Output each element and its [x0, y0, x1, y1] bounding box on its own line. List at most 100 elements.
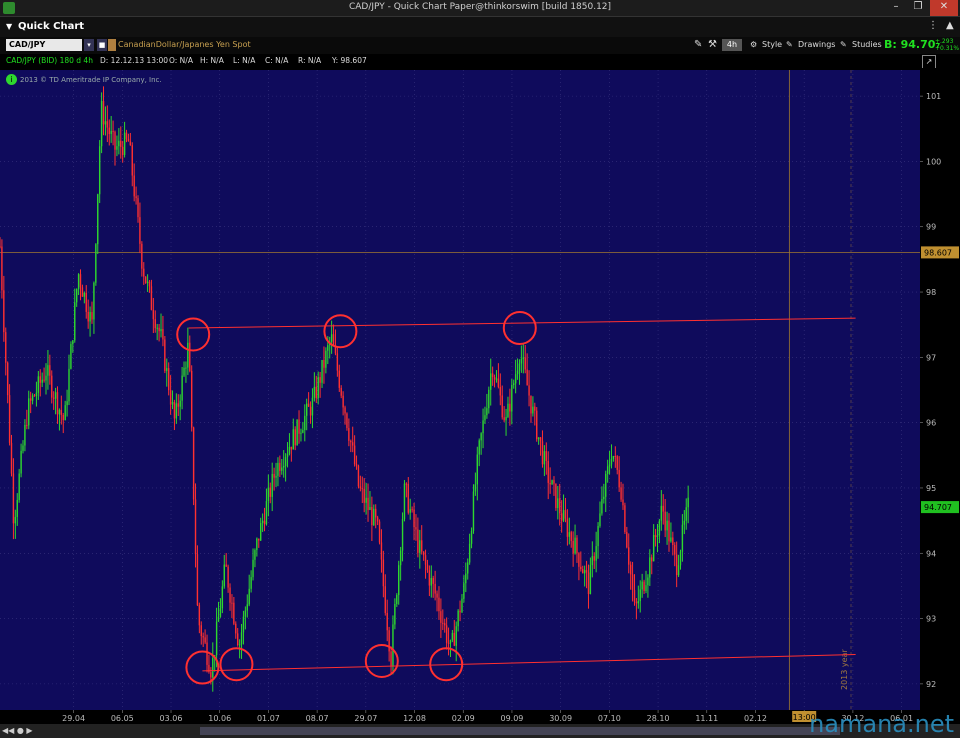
- candle-body: [104, 121, 107, 125]
- candle-body: [482, 420, 484, 434]
- candle-body: [336, 353, 339, 371]
- info-date: D: 12.12.13 13:00: [100, 56, 169, 65]
- candle-body: [265, 501, 268, 525]
- candle-body: [513, 383, 515, 386]
- candle-body: [503, 417, 505, 421]
- candle-body: [300, 432, 302, 434]
- candle-body: [275, 475, 277, 478]
- candle-body: [344, 407, 346, 414]
- candle-body: [476, 454, 479, 485]
- candle-body: [346, 413, 348, 429]
- price-chart[interactable]: 29.04 06.05 03.06 10.06 01.07 08.07 29.07 12.08…: [0, 68, 960, 724]
- candle-body: [656, 535, 659, 538]
- candle-body: [537, 437, 540, 440]
- symbol-dropdown-icon[interactable]: ▾: [84, 39, 94, 51]
- candle-body: [620, 487, 622, 500]
- candle-body: [29, 398, 32, 401]
- candle-body: [223, 564, 225, 587]
- candle-body: [204, 637, 206, 643]
- candle-body: [18, 473, 20, 500]
- drawings-button[interactable]: Drawings: [798, 40, 835, 49]
- timeframe-selector[interactable]: 4h: [722, 39, 742, 51]
- candle-body: [526, 369, 528, 386]
- candle-body: [419, 540, 421, 553]
- wrench-icon[interactable]: ⚒: [708, 39, 717, 50]
- candle-body: [378, 521, 381, 543]
- candle-body: [77, 274, 80, 290]
- candle-body: [396, 595, 398, 605]
- info-y: Y: 98.607: [332, 56, 367, 65]
- candle-body: [352, 442, 354, 446]
- candle-body: [256, 538, 258, 551]
- candle-body: [162, 329, 164, 340]
- candle-body: [394, 604, 396, 625]
- candle-body: [637, 601, 640, 604]
- window-titlebar: CAD/JPY - Quick Chart Paper@thinkorswim …: [0, 0, 960, 17]
- settings-icon[interactable]: ⋮: [928, 20, 938, 31]
- symbol-input[interactable]: CAD/JPY: [6, 39, 82, 51]
- chart-area[interactable]: 29.04 06.05 03.06 10.06 01.07 08.07 29.07 12.08…: [0, 68, 960, 724]
- collapse-arrow-icon[interactable]: ▼: [6, 22, 12, 31]
- candle-body: [361, 488, 363, 490]
- candle-body: [555, 483, 557, 509]
- studies-button[interactable]: Studies: [852, 40, 882, 49]
- candle-body: [6, 362, 9, 396]
- candle-body: [562, 510, 565, 521]
- candle-body: [652, 534, 655, 562]
- candle-body: [330, 334, 333, 342]
- candle-body: [146, 281, 149, 283]
- candle-body: [125, 132, 128, 139]
- last-price-label: 94.707: [924, 503, 952, 512]
- candle-body: [286, 453, 289, 458]
- candle-body: [599, 513, 601, 526]
- candle-body: [33, 395, 36, 397]
- candle-body: [313, 386, 316, 398]
- scroll-thumb[interactable]: [200, 727, 840, 735]
- candle-body: [181, 375, 183, 401]
- candle-body: [455, 626, 457, 646]
- candle-body: [189, 342, 191, 371]
- candle-body: [511, 385, 513, 412]
- zoom-controls-icon[interactable]: ◀◀ ● ▶: [2, 726, 33, 735]
- info-icon[interactable]: i: [6, 74, 17, 85]
- candle-body: [583, 570, 586, 574]
- x-tick-label: 02.09: [452, 714, 475, 723]
- candle-body: [242, 616, 245, 633]
- candle-body: [557, 498, 559, 509]
- candle-body: [267, 487, 270, 502]
- candle-body: [662, 505, 664, 512]
- symbol-link-icon[interactable]: ■: [97, 39, 107, 51]
- candle-body: [472, 491, 475, 531]
- candle-body: [629, 564, 632, 575]
- restore-button[interactable]: ❐: [908, 0, 928, 16]
- candle-body: [424, 555, 427, 565]
- candle-body: [664, 511, 666, 531]
- minimize-button[interactable]: –: [886, 0, 906, 16]
- candle-body: [183, 367, 185, 376]
- candle-body: [244, 610, 247, 617]
- y-tick-label: 94: [926, 549, 936, 558]
- drawing-tool-icon[interactable]: ✎: [694, 39, 702, 50]
- candle-body: [491, 373, 494, 377]
- candle-body: [453, 632, 456, 646]
- candle-body: [144, 276, 147, 283]
- candle-body: [5, 332, 7, 363]
- pin-icon[interactable]: ▲: [946, 20, 954, 31]
- candle-body: [631, 574, 634, 590]
- candle-body: [338, 370, 340, 388]
- candle-body: [37, 376, 40, 393]
- candle-body: [137, 198, 139, 218]
- style-button[interactable]: Style: [762, 40, 782, 49]
- candle-body: [595, 546, 597, 561]
- candle-body: [281, 467, 283, 471]
- candle-body: [348, 428, 350, 441]
- candle-body: [75, 289, 78, 303]
- candle-body: [131, 145, 133, 176]
- candle-body: [192, 427, 195, 500]
- candle-body: [426, 564, 429, 571]
- candle-body: [624, 505, 626, 533]
- close-button[interactable]: ✕: [930, 0, 958, 16]
- chart-settings-icon[interactable]: ↗: [922, 55, 936, 69]
- candle-body: [120, 140, 122, 147]
- candle-body: [233, 602, 235, 624]
